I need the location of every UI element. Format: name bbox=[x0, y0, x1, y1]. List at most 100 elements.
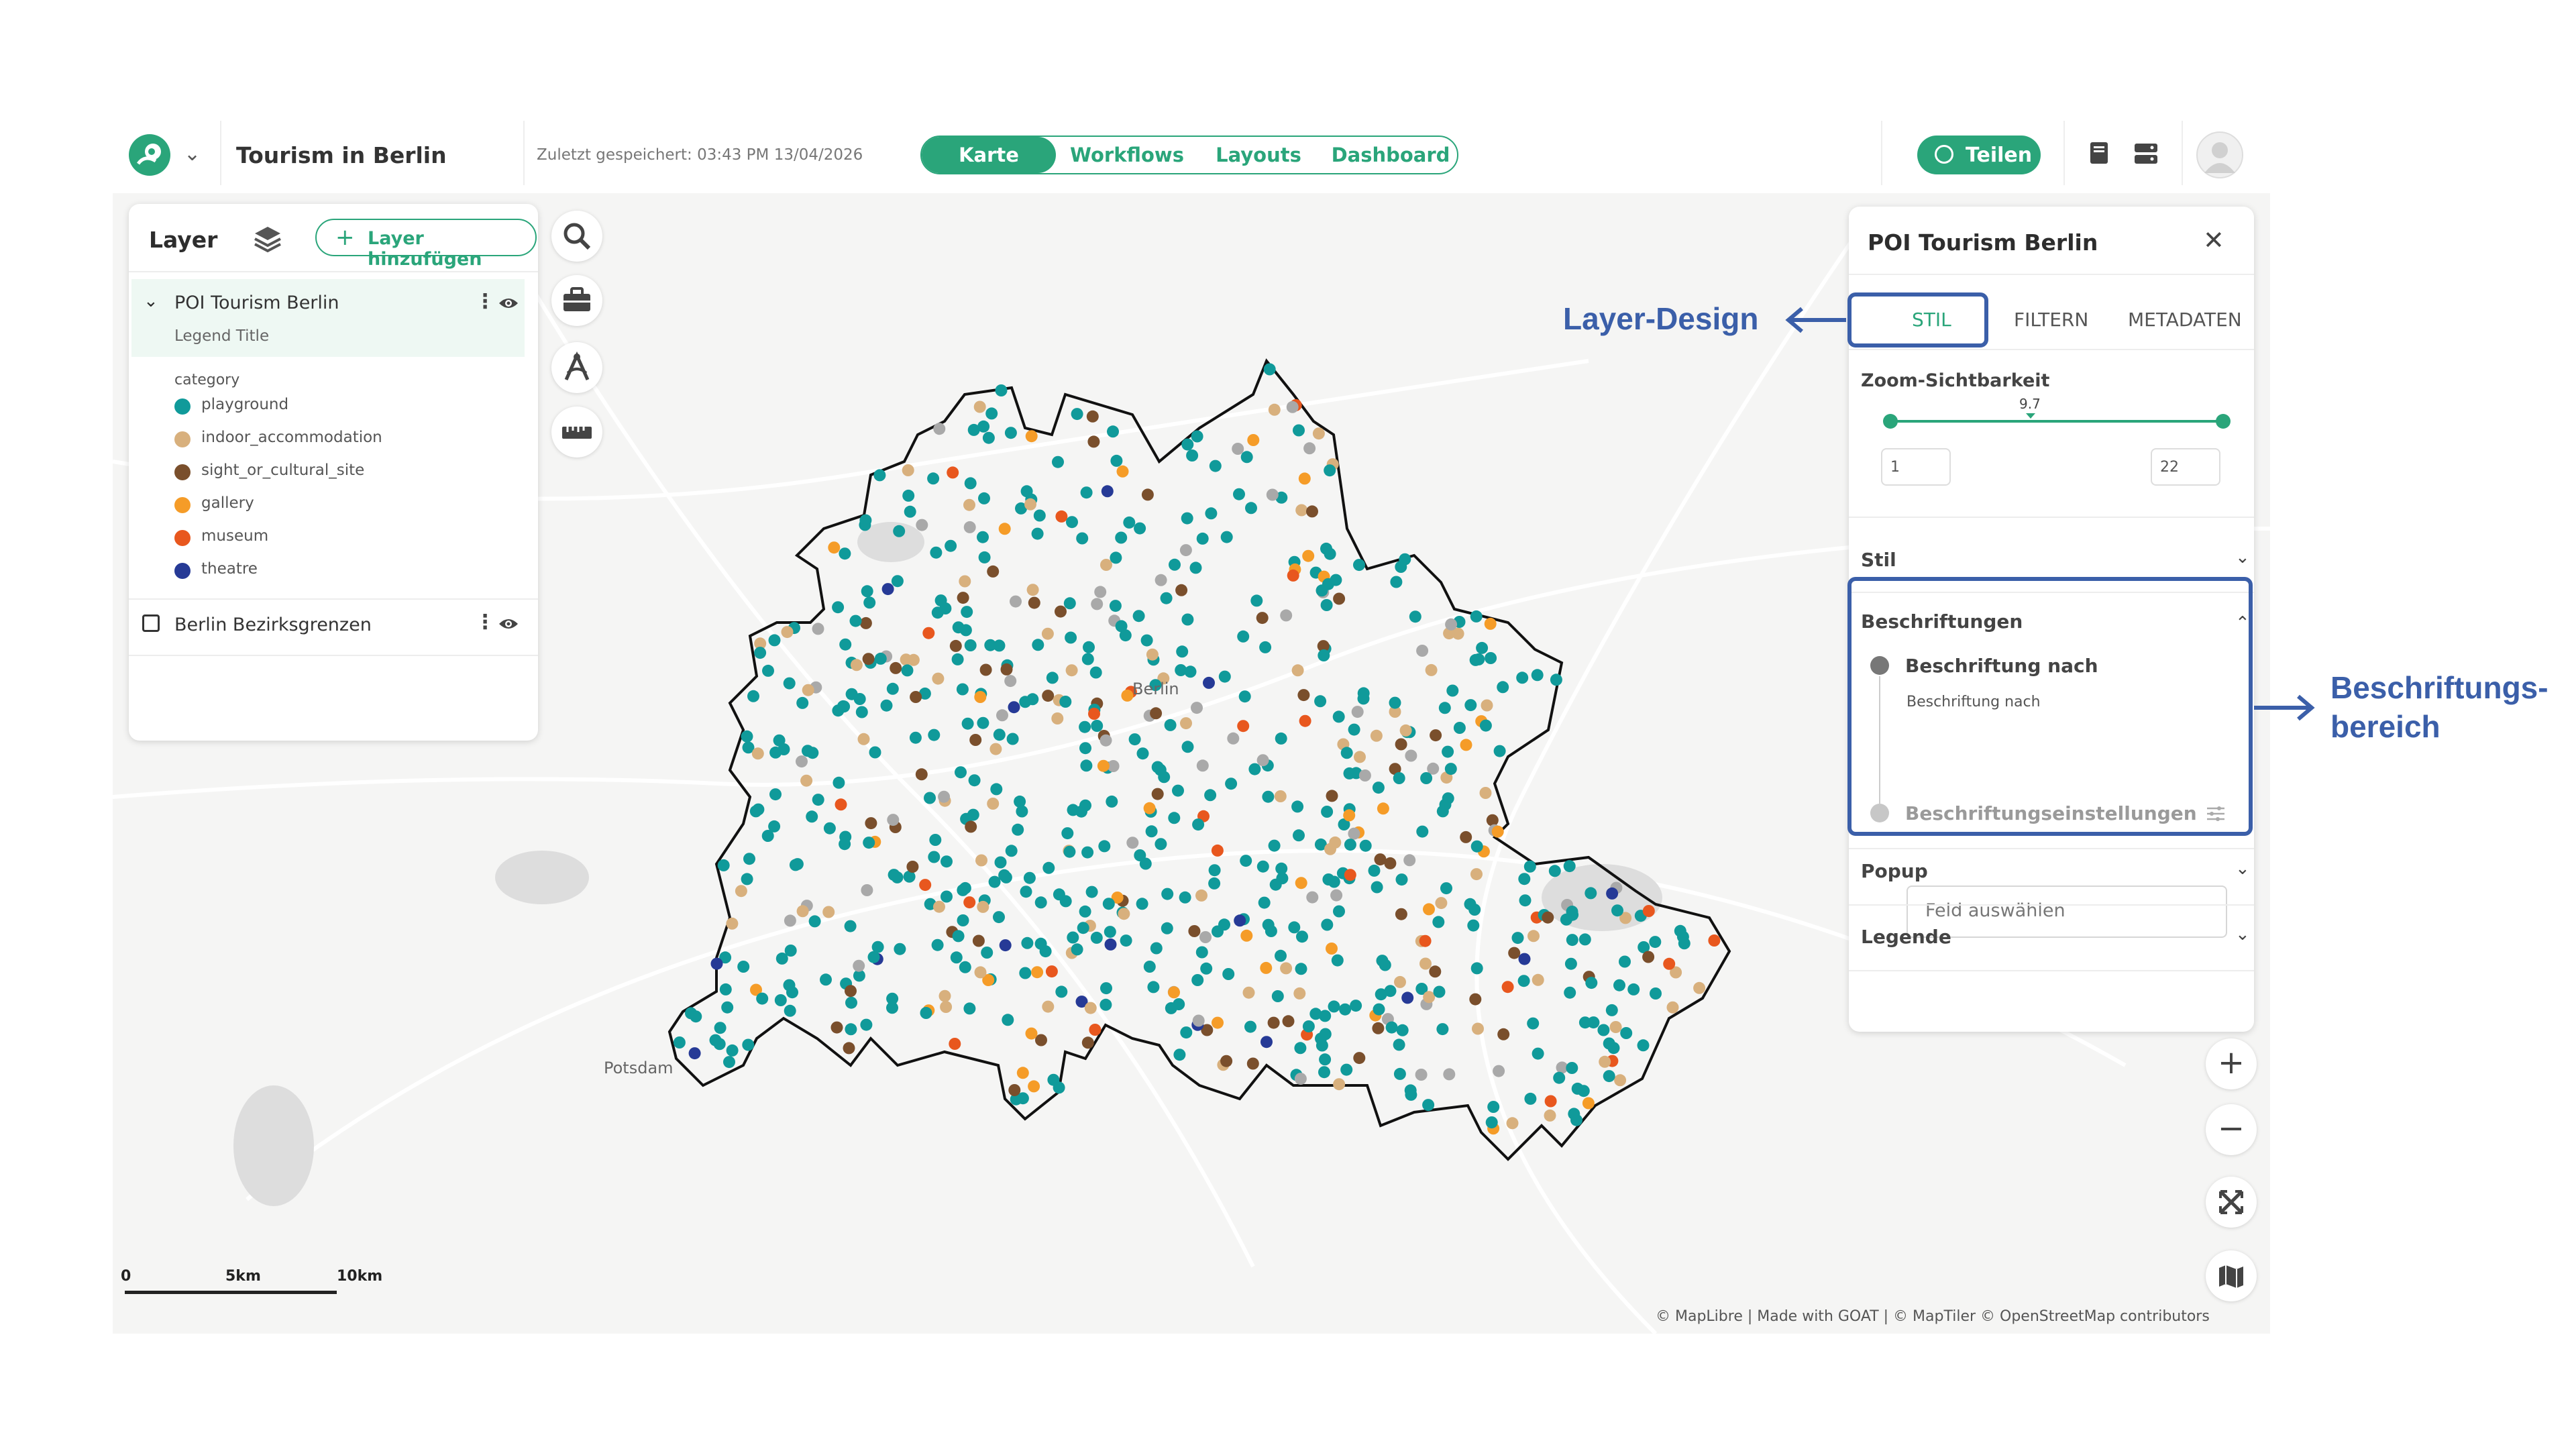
poi-point[interactable] bbox=[1560, 913, 1572, 926]
poi-point[interactable] bbox=[974, 966, 987, 979]
poi-point[interactable] bbox=[1288, 921, 1301, 934]
poi-point[interactable] bbox=[968, 774, 981, 787]
tab-metadaten[interactable]: METADATEN bbox=[2128, 309, 2242, 331]
poi-point[interactable] bbox=[1245, 502, 1257, 515]
poi-point[interactable] bbox=[1484, 617, 1497, 630]
poi-point[interactable] bbox=[995, 384, 1008, 396]
poi-point[interactable] bbox=[1025, 1027, 1038, 1040]
poi-point[interactable] bbox=[1293, 987, 1306, 1000]
layer-checkbox[interactable] bbox=[142, 614, 160, 632]
poi-point[interactable] bbox=[1019, 967, 1032, 979]
poi-point[interactable] bbox=[955, 766, 967, 779]
poi-point[interactable] bbox=[1256, 754, 1269, 767]
poi-point[interactable] bbox=[1086, 410, 1099, 423]
poi-point[interactable] bbox=[1115, 531, 1128, 544]
eye-icon[interactable] bbox=[498, 616, 519, 632]
poi-point[interactable] bbox=[974, 691, 987, 703]
poi-point[interactable] bbox=[880, 699, 893, 712]
poi-point[interactable] bbox=[1081, 653, 1094, 665]
poi-point[interactable] bbox=[1303, 442, 1316, 455]
poi-point[interactable] bbox=[1333, 592, 1346, 605]
poi-point[interactable] bbox=[887, 814, 900, 826]
poi-point[interactable] bbox=[1031, 527, 1044, 540]
poi-point[interactable] bbox=[1055, 510, 1068, 523]
poi-point[interactable] bbox=[1394, 975, 1406, 988]
poi-point[interactable] bbox=[1517, 975, 1530, 987]
poi-point[interactable] bbox=[1189, 561, 1202, 574]
poi-point[interactable] bbox=[1186, 449, 1199, 462]
poi-point[interactable] bbox=[930, 546, 943, 559]
layer-item-boundaries[interactable]: Berlin Bezirksgrenzen ⋮ bbox=[131, 606, 525, 647]
poi-point[interactable] bbox=[1100, 559, 1112, 571]
poi-point[interactable] bbox=[1218, 918, 1230, 931]
measure-button[interactable] bbox=[551, 407, 602, 458]
poi-point[interactable] bbox=[1028, 1080, 1040, 1093]
poi-point[interactable] bbox=[919, 879, 932, 892]
poi-point[interactable] bbox=[1405, 749, 1417, 762]
poi-point[interactable] bbox=[1176, 645, 1189, 658]
poi-point[interactable] bbox=[1472, 1022, 1484, 1035]
poi-point[interactable] bbox=[1550, 674, 1562, 686]
poi-point[interactable] bbox=[1321, 918, 1334, 931]
poi-point[interactable] bbox=[1220, 531, 1233, 543]
poi-point[interactable] bbox=[1627, 983, 1640, 996]
poi-point[interactable] bbox=[973, 400, 986, 413]
poi-point[interactable] bbox=[1042, 861, 1055, 874]
poi-point[interactable] bbox=[1195, 889, 1208, 902]
poi-point[interactable] bbox=[726, 1044, 739, 1057]
poi-point[interactable] bbox=[1379, 959, 1391, 971]
poi-point[interactable] bbox=[1169, 558, 1181, 571]
poi-point[interactable] bbox=[1298, 472, 1311, 485]
poi-point[interactable] bbox=[1563, 860, 1576, 873]
poi-point[interactable] bbox=[1209, 460, 1222, 472]
poi-point[interactable] bbox=[869, 746, 881, 759]
poi-point[interactable] bbox=[1063, 597, 1076, 610]
poi-point[interactable] bbox=[910, 691, 922, 703]
poi-point[interactable] bbox=[1091, 720, 1104, 732]
chevron-down-icon[interactable]: ⌄ bbox=[184, 142, 201, 166]
poi-point[interactable] bbox=[1262, 790, 1275, 803]
poi-point[interactable] bbox=[1110, 454, 1123, 467]
poi-point[interactable] bbox=[1649, 936, 1662, 949]
poi-point[interactable] bbox=[963, 521, 976, 533]
poi-point[interactable] bbox=[1348, 723, 1360, 736]
share-button[interactable]: Teilen bbox=[1917, 136, 2041, 174]
poi-point[interactable] bbox=[1180, 717, 1192, 730]
poi-point[interactable] bbox=[938, 790, 951, 803]
poi-point[interactable] bbox=[710, 957, 723, 970]
poi-point[interactable] bbox=[1481, 699, 1493, 712]
poi-point[interactable] bbox=[1181, 512, 1193, 525]
poi-point[interactable] bbox=[1393, 1067, 1406, 1080]
poi-point[interactable] bbox=[802, 745, 814, 757]
poi-point[interactable] bbox=[1429, 965, 1442, 978]
poi-point[interactable] bbox=[1079, 799, 1091, 812]
poi-point[interactable] bbox=[1237, 720, 1250, 733]
poi-point[interactable] bbox=[845, 985, 857, 998]
poi-point[interactable] bbox=[1485, 1116, 1498, 1129]
poi-point[interactable] bbox=[961, 717, 974, 730]
poi-point[interactable] bbox=[1419, 957, 1432, 970]
poi-point[interactable] bbox=[1516, 672, 1529, 684]
poi-point[interactable] bbox=[1196, 532, 1209, 545]
poi-point[interactable] bbox=[1098, 840, 1111, 853]
poi-point[interactable] bbox=[1134, 522, 1146, 535]
poi-point[interactable] bbox=[933, 423, 946, 435]
poi-point[interactable] bbox=[1143, 961, 1156, 973]
poi-point[interactable] bbox=[979, 663, 992, 676]
poi-point[interactable] bbox=[1328, 1000, 1340, 1013]
poi-point[interactable] bbox=[1147, 981, 1160, 994]
poi-point[interactable] bbox=[945, 539, 957, 552]
poi-point[interactable] bbox=[1100, 982, 1112, 995]
poi-point[interactable] bbox=[1326, 790, 1338, 802]
poi-point[interactable] bbox=[1370, 729, 1383, 742]
poi-point[interactable] bbox=[907, 653, 920, 666]
poi-point[interactable] bbox=[796, 905, 809, 918]
poi-point[interactable] bbox=[849, 614, 862, 627]
poi-point[interactable] bbox=[1123, 516, 1136, 529]
more-options-icon[interactable]: ⋮ bbox=[475, 290, 495, 313]
poi-point[interactable] bbox=[1246, 1057, 1259, 1070]
poi-point[interactable] bbox=[1041, 627, 1054, 640]
poi-point[interactable] bbox=[1151, 788, 1164, 800]
poi-point[interactable] bbox=[1031, 966, 1044, 979]
poi-point[interactable] bbox=[874, 652, 887, 665]
